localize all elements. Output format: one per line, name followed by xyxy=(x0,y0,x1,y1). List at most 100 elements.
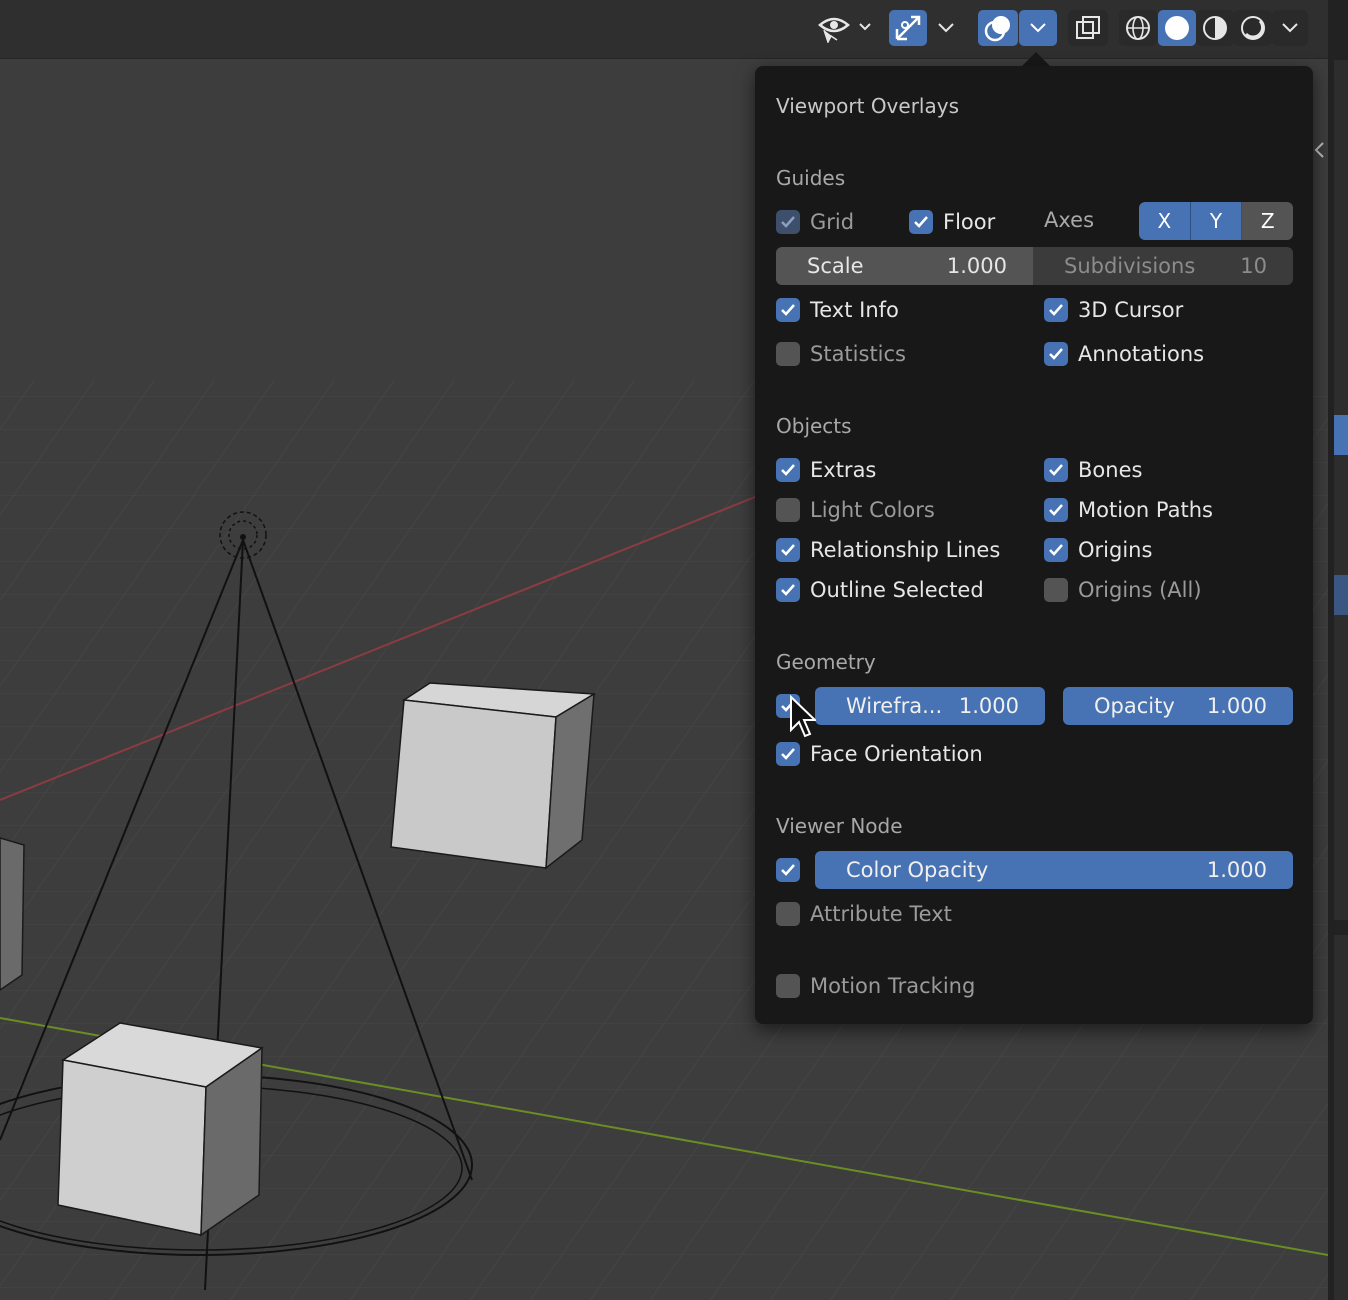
checkbox[interactable] xyxy=(776,458,800,482)
axis-z-toggle[interactable]: Z xyxy=(1242,202,1293,240)
checkmark-icon xyxy=(781,544,795,556)
checkbox[interactable] xyxy=(1044,578,1068,602)
checkbox[interactable] xyxy=(776,742,800,766)
rendered-shading-button[interactable] xyxy=(1234,10,1272,46)
floor-label: Floor xyxy=(943,210,996,234)
axes-label: Axes xyxy=(1044,208,1095,232)
axis-y-toggle[interactable]: Y xyxy=(1190,202,1243,240)
checkbox[interactable] xyxy=(776,538,800,562)
checkbox[interactable] xyxy=(1044,498,1068,522)
sidebar-tab[interactable] xyxy=(1334,575,1348,615)
sidebar-tabs-lower[interactable] xyxy=(1334,935,1348,1300)
statistics-checkbox[interactable]: Statistics xyxy=(776,340,906,368)
checkbox[interactable] xyxy=(776,498,800,522)
mouse-cursor-icon xyxy=(790,694,816,738)
sidebar-tab-active[interactable] xyxy=(1334,415,1348,455)
subdivisions-field[interactable]: Subdivisions 10 xyxy=(1033,247,1293,285)
bones-checkbox[interactable]: Bones xyxy=(1044,456,1142,484)
checkbox[interactable] xyxy=(776,210,800,234)
text-info-checkbox[interactable]: Text Info xyxy=(776,296,899,324)
overlays-toggle-button[interactable] xyxy=(978,10,1018,46)
origins-checkbox[interactable]: Origins xyxy=(1044,536,1152,564)
checkbox[interactable] xyxy=(776,298,800,322)
origins-all-checkbox[interactable]: Origins (All) xyxy=(1044,576,1202,604)
color-opacity-field[interactable]: Color Opacity 1.000 xyxy=(815,851,1293,889)
scale-value: 1.000 xyxy=(946,254,1007,278)
xray-toggle-button[interactable] xyxy=(1068,10,1108,46)
wireframe-label: Wirefra... xyxy=(846,694,943,718)
checkbox[interactable] xyxy=(1044,298,1068,322)
viewer-node-checkbox[interactable] xyxy=(776,856,800,884)
gizmo-dropdown[interactable] xyxy=(928,10,964,46)
attribute-text-checkbox[interactable]: Attribute Text xyxy=(776,900,952,928)
visibility-selectability-icon xyxy=(818,17,871,43)
checkbox[interactable] xyxy=(909,210,933,234)
sidebar-tabs[interactable] xyxy=(1334,60,1348,920)
gizmo-toggle-button[interactable] xyxy=(889,10,927,46)
shading-dropdown[interactable] xyxy=(1272,10,1308,46)
wireframe-shading-button[interactable] xyxy=(1119,10,1157,46)
chevron-down-icon xyxy=(1030,23,1046,33)
annotations-checkbox[interactable]: Annotations xyxy=(1044,340,1204,368)
checkmark-icon xyxy=(781,304,795,316)
relationship-lines-label: Relationship Lines xyxy=(810,538,1001,562)
checkbox[interactable] xyxy=(1044,458,1068,482)
section-objects: Objects xyxy=(776,414,852,438)
wireframe-value: 1.000 xyxy=(958,694,1019,718)
checkbox[interactable] xyxy=(776,858,800,882)
extras-checkbox[interactable]: Extras xyxy=(776,456,876,484)
solid-shading-button[interactable] xyxy=(1158,10,1196,46)
3d-cursor-checkbox[interactable]: 3D Cursor xyxy=(1044,296,1183,324)
checkbox[interactable] xyxy=(1044,538,1068,562)
floor-checkbox[interactable]: Floor xyxy=(909,208,995,236)
checkbox[interactable] xyxy=(776,342,800,366)
axis-x-toggle[interactable]: X xyxy=(1139,202,1191,240)
cube-bottom xyxy=(57,1022,264,1237)
checkmark-icon xyxy=(1049,464,1063,476)
axes-toggle-group: X Y Z xyxy=(1139,202,1293,240)
visibility-selectability-button[interactable] xyxy=(812,10,876,46)
bones-label: Bones xyxy=(1078,458,1143,482)
overlays-dropdown[interactable] xyxy=(1019,10,1057,46)
section-geometry: Geometry xyxy=(776,650,876,674)
scale-label: Scale xyxy=(807,254,864,278)
chevron-down-icon xyxy=(938,23,954,33)
subdivisions-label: Subdivisions xyxy=(1064,254,1196,278)
checkbox[interactable] xyxy=(1044,342,1068,366)
material-preview-button[interactable] xyxy=(1196,10,1234,46)
gizmo-icon xyxy=(895,15,921,41)
scale-field[interactable]: Scale 1.000 xyxy=(776,247,1033,285)
section-viewer-node: Viewer Node xyxy=(776,814,903,838)
wireframe-opacity-field[interactable]: Opacity 1.000 xyxy=(1063,687,1293,725)
checkmark-icon xyxy=(781,748,795,760)
checkbox[interactable] xyxy=(776,578,800,602)
grid-checkbox[interactable]: Grid xyxy=(776,208,854,236)
face-orientation-checkbox[interactable]: Face Orientation xyxy=(776,740,983,768)
overlays-icon xyxy=(984,16,1010,42)
wireframe-threshold-field[interactable]: Wirefra... 1.000 xyxy=(815,687,1045,725)
opacity-value: 1.000 xyxy=(1206,694,1267,718)
light-colors-label: Light Colors xyxy=(810,498,935,522)
grid-label: Grid xyxy=(810,210,855,234)
checkbox[interactable] xyxy=(776,974,800,998)
face-orientation-label: Face Orientation xyxy=(810,742,983,766)
material-preview-icon xyxy=(1203,16,1227,40)
checkmark-icon xyxy=(781,216,795,228)
checkmark-icon xyxy=(1049,348,1063,360)
motion-tracking-checkbox[interactable]: Motion Tracking xyxy=(776,972,975,1000)
motion-tracking-label: Motion Tracking xyxy=(810,974,976,998)
chevron-left-icon[interactable] xyxy=(1311,140,1327,160)
checkbox[interactable] xyxy=(776,902,800,926)
solid-shading-icon xyxy=(1165,16,1189,40)
outline-selected-checkbox[interactable]: Outline Selected xyxy=(776,576,984,604)
attribute-text-label: Attribute Text xyxy=(810,902,952,926)
annotations-label: Annotations xyxy=(1078,342,1205,366)
relationship-lines-checkbox[interactable]: Relationship Lines xyxy=(776,536,1000,564)
chevron-down-icon xyxy=(1282,23,1298,33)
opacity-label: Opacity xyxy=(1094,694,1175,718)
checkmark-icon xyxy=(781,464,795,476)
wireframe-shading-icon xyxy=(1126,16,1150,40)
3d-cursor-label: 3D Cursor xyxy=(1078,298,1184,322)
motion-paths-checkbox[interactable]: Motion Paths xyxy=(1044,496,1213,524)
light-colors-checkbox[interactable]: Light Colors xyxy=(776,496,935,524)
